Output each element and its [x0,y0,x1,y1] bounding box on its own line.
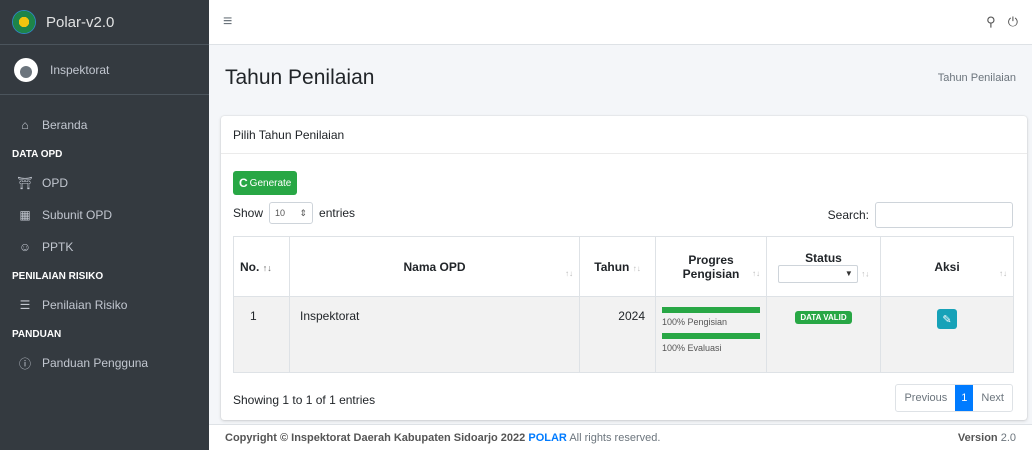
edit-icon: ✎ [942,313,952,326]
column-label: Status [805,250,842,265]
sort-icon: ↑↓ [999,269,1007,278]
search-control: Search: [828,202,1013,228]
nav-header-panduan: PANDUAN [12,328,62,340]
select-arrow-icon: ⇕ [299,207,308,218]
sidebar-nav: ⌂ Beranda DATA OPD ⛩ OPD ▦ Subunit OPD ☺… [0,95,209,379]
pengisian-progress-text: 100% Pengisian [662,317,728,327]
cell-tahun: 2024 [579,296,656,373]
sidebar-item-label: Penilaian Risiko [42,298,128,312]
avatar [14,57,38,82]
column-label: Tahun [594,259,630,274]
entries-select-value: 10 [275,208,286,218]
column-label: Nama OPD [403,259,466,274]
table-row: 1 Inspektorat 2024 100% Pengisian 100% E… [233,296,1014,373]
page-footer: Copyright © Inspektorat Daerah Kabupaten… [209,424,1032,450]
version-label: Version [957,431,998,444]
refresh-icon: C [239,176,248,190]
entries-label: entries [319,206,356,220]
list-icon: ▦ [19,208,31,222]
opd-table: No. ↑↓ Nama OPD ↑↓ Tahun ↑↓ Progres Peng… [233,236,1014,373]
pagination-page-1[interactable]: 1 [955,385,974,411]
pagination: Previous 1 Next [895,384,1013,412]
search-input[interactable] [875,202,1013,228]
content-header: Tahun Penilaian Tahun Penilaian [209,45,1032,110]
breadcrumb[interactable]: Tahun Penilaian [938,72,1016,84]
sidebar-item-subunit-opd[interactable]: ▦ Subunit OPD [0,199,209,231]
sidebar-item-label: Subunit OPD [42,208,113,222]
status-badge: DATA VALID [795,311,852,324]
cell-progres: 100% Pengisian 100% Evaluasi [655,296,767,373]
user-panel[interactable]: Inspektorat [0,45,209,95]
sidebar-item-penilaian-risiko[interactable]: ☰ Penilaian Risiko [0,289,209,321]
sidebar-item-panduan-pengguna[interactable]: ⓘ Panduan Pengguna [0,347,209,379]
column-header-no[interactable]: No. ↑↓ [233,236,290,297]
polar-link[interactable]: POLAR [528,432,567,444]
sidebar-item-opd[interactable]: ⛩ OPD [0,167,209,199]
cell-nama-opd: Inspektorat [289,296,580,373]
column-label: Progres Pengisian [682,252,740,281]
building-icon: ⛩ [17,176,33,190]
sort-icon: ↑↓ [861,269,870,278]
rights-text: All rights reserved. [569,431,661,444]
sort-icon: ↑↓ [565,269,573,278]
sort-icon: ↑↓ [752,269,760,278]
entries-length-control: Show 10 ⇕ entries [233,202,355,224]
generate-button[interactable]: C Generate [233,171,298,195]
footer-version: Version 2.0 [958,432,1016,444]
card-header: Pilih Tahun Penilaian [221,116,1027,154]
tahun-penilaian-card: Pilih Tahun Penilaian C Generate Show 10… [221,116,1027,420]
page-title: Tahun Penilaian [225,65,375,89]
column-header-nama-opd[interactable]: Nama OPD ↑↓ [289,236,580,297]
evaluasi-progress-bar [662,333,760,339]
nav-header-penilaian-risiko: PENILAIAN RISIKO [12,270,104,282]
cell-no: 1 [233,296,290,373]
sidebar-item-label: OPD [42,176,69,190]
entries-select[interactable]: 10 ⇕ [269,202,314,224]
footer-copyright: Copyright © Inspektorat Daerah Kabupaten… [225,432,660,444]
top-navbar-actions: ⚲ ⏻ [986,14,1018,30]
question-icon: ⓘ [18,356,31,371]
user-name: Inspektorat [50,62,110,77]
hamburger-menu-icon[interactable]: ≡ [223,13,232,31]
table-header-row: No. ↑↓ Nama OPD ↑↓ Tahun ↑↓ Progres Peng… [233,236,1014,297]
pengisian-progress-bar [662,307,760,313]
sidebar-item-beranda[interactable]: ⌂ Beranda [0,109,209,141]
search-label: Search: [827,208,869,222]
column-label: Aksi [934,259,960,274]
column-header-tahun[interactable]: Tahun ↑↓ [579,236,656,297]
sort-icon: ↑↓ [632,263,641,273]
sidebar-item-label: Beranda [42,118,88,132]
brand-title: Polar-v2.0 [46,13,115,31]
brand-link[interactable]: Polar-v2.0 [0,0,209,45]
pagination-next[interactable]: Next [973,385,1012,411]
show-label: Show [233,206,264,220]
sidebar-item-pptk[interactable]: ☺ PPTK [0,231,209,263]
task-list-icon: ☰ [19,298,31,312]
key-icon[interactable]: ⚲ [986,14,996,30]
top-navbar: ≡ ⚲ ⏻ [209,0,1032,45]
column-label: No. [240,259,260,274]
power-icon[interactable]: ⏻ [1008,14,1018,30]
evaluasi-progress-text: 100% Evaluasi [662,343,722,353]
column-header-aksi[interactable]: Aksi ↑↓ [880,236,1014,297]
edit-button[interactable]: ✎ [937,309,957,329]
home-icon: ⌂ [21,118,29,132]
status-filter-select[interactable]: ▼ [777,264,858,283]
sort-asc-icon: ↑↓ [262,262,272,273]
brand-logo-icon [12,10,36,34]
cell-status: DATA VALID [766,296,881,373]
column-header-progres[interactable]: Progres Pengisian ↑↓ [655,236,767,297]
nav-header-data-opd: DATA OPD [12,148,63,160]
table-info: Showing 1 to 1 of 1 entries [233,393,376,407]
sidebar-item-label: Panduan Pengguna [42,356,149,370]
column-header-status[interactable]: Status ▼ ↑↓ [766,236,881,297]
version-value: 2.0 [1000,431,1016,444]
sidebar-item-label: PPTK [42,240,74,254]
copyright-text: Copyright © Inspektorat Daerah Kabupaten… [225,431,526,444]
sidebar: Polar-v2.0 Inspektorat ⌂ Beranda DATA OP… [0,0,209,450]
users-icon: ☺ [18,240,32,254]
cell-aksi: ✎ [880,296,1014,373]
generate-label: Generate [249,177,292,189]
pagination-previous[interactable]: Previous [896,385,955,411]
